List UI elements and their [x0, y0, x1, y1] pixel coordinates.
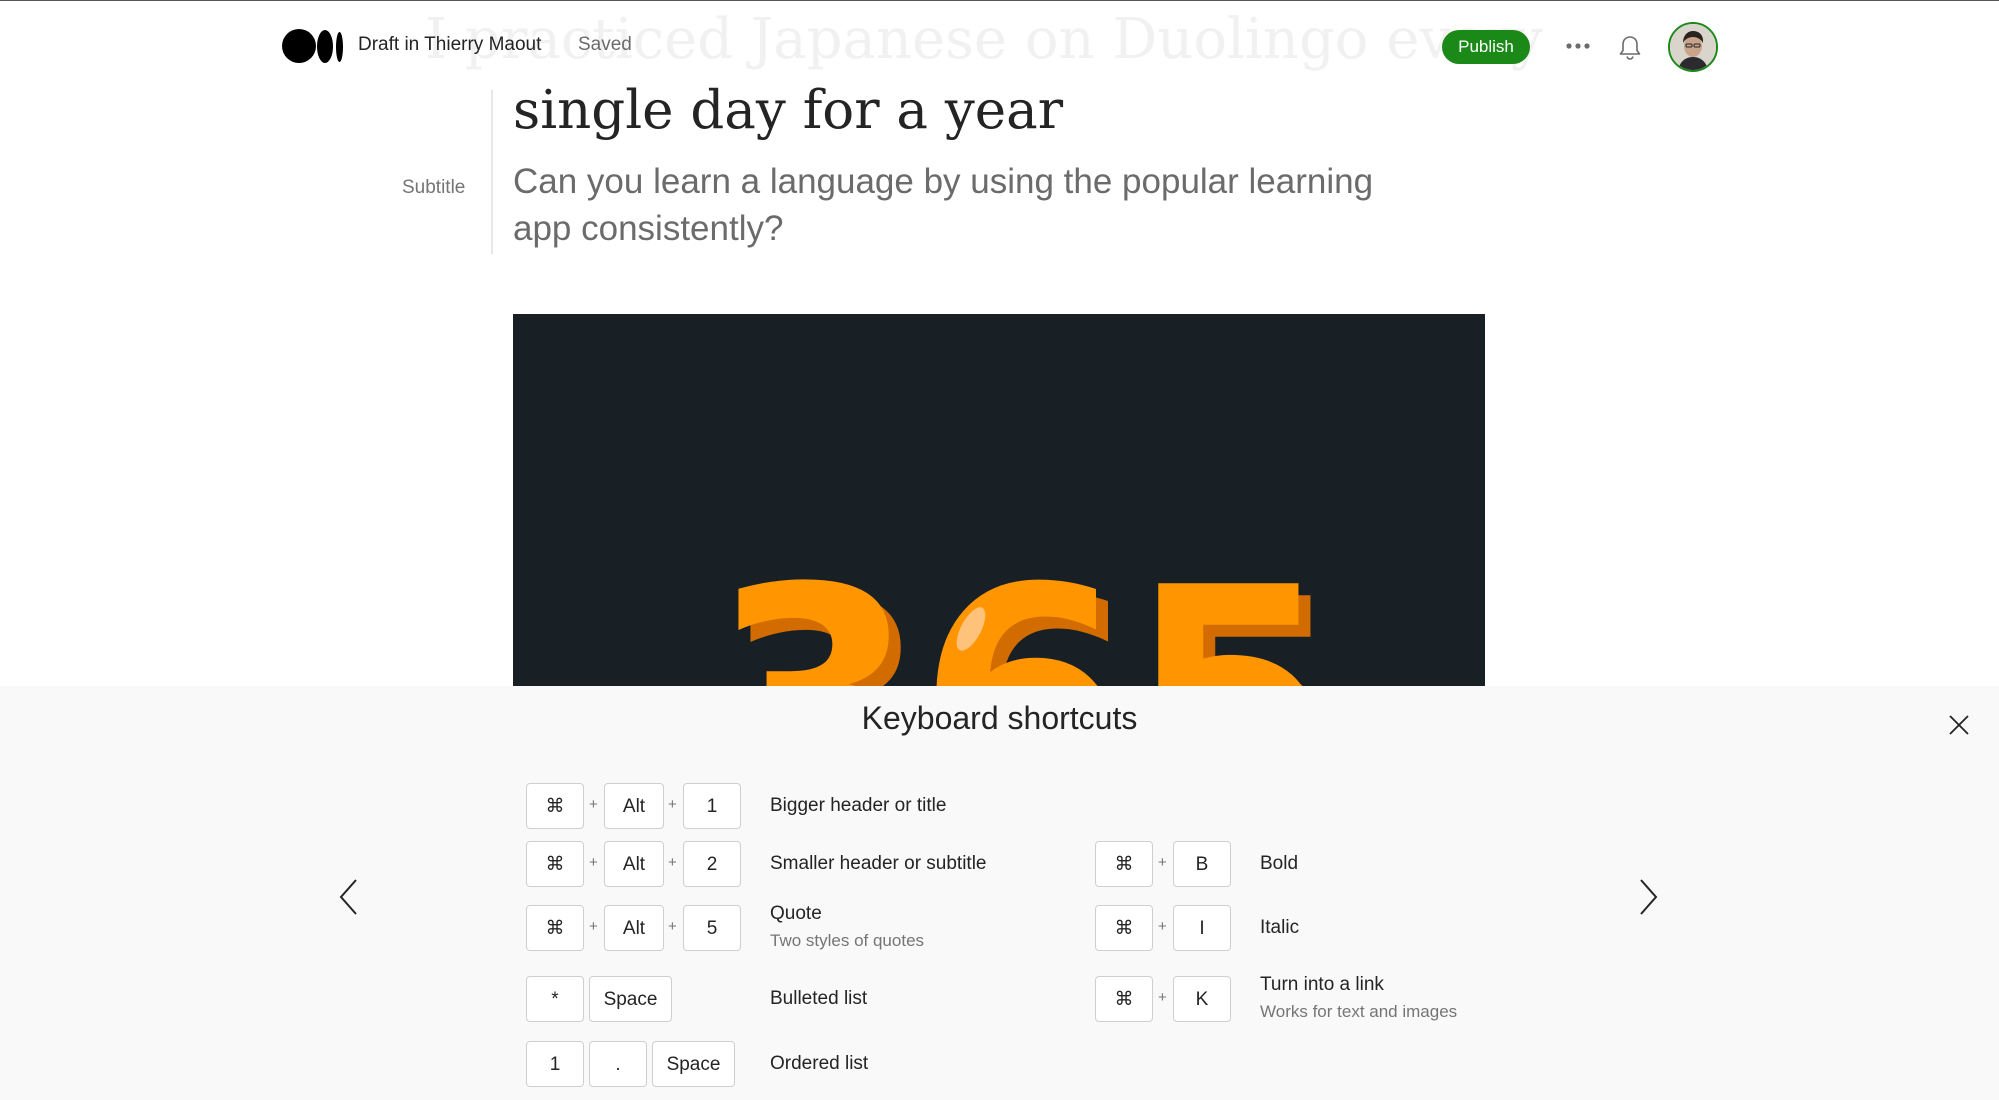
key-b: B	[1173, 841, 1231, 887]
key-space: Space	[589, 976, 672, 1022]
key-plus: +	[589, 854, 598, 871]
key-1: 1	[526, 1041, 584, 1087]
editor-section-divider	[491, 90, 493, 254]
publish-button[interactable]: Publish	[1442, 30, 1530, 64]
key-command: ⌘	[1095, 976, 1153, 1022]
key-5: 5	[683, 905, 741, 951]
key-plus: +	[1158, 989, 1167, 1006]
shortcut-label: Italic	[1260, 917, 1300, 938]
key-alt: Alt	[604, 841, 664, 887]
shortcut-label: Bigger header or title	[770, 795, 947, 816]
chevron-right-icon[interactable]	[1637, 877, 1661, 917]
shortcut-label: Bulleted list	[770, 988, 868, 1009]
hero-365-graphic: 365 365	[709, 524, 1347, 686]
chevron-left-icon[interactable]	[336, 877, 360, 917]
key-asterisk: *	[526, 976, 584, 1022]
close-icon[interactable]	[1947, 713, 1971, 737]
key-space: Space	[652, 1041, 735, 1087]
key-i: I	[1173, 905, 1231, 951]
key-command: ⌘	[1095, 905, 1153, 951]
key-command: ⌘	[1095, 841, 1153, 887]
shortcut-sublabel: Two styles of quotes	[770, 931, 925, 950]
bell-icon[interactable]	[1617, 34, 1643, 62]
key-command: ⌘	[526, 841, 584, 887]
hero-image[interactable]: 365 365	[513, 314, 1485, 686]
editor-header: I practiced Japanese on Duolingo every D…	[0, 1, 1999, 87]
key-command: ⌘	[526, 783, 584, 829]
avatar-portrait	[1670, 24, 1716, 70]
svg-text:365: 365	[709, 524, 1335, 686]
shortcut-sublabel: Works for text and images	[1260, 1002, 1458, 1021]
medium-logo[interactable]	[282, 28, 346, 66]
subtitle-tag: Subtitle	[402, 177, 466, 198]
shortcut-label: Turn into a link	[1260, 974, 1384, 995]
shortcut-label: Smaller header or subtitle	[770, 853, 987, 874]
key-plus: +	[1158, 918, 1167, 935]
key-plus: +	[589, 918, 598, 935]
key-plus: +	[589, 796, 598, 813]
draft-location-label: Draft in Thierry Maout	[358, 34, 542, 55]
shortcut-label: Bold	[1260, 853, 1299, 874]
more-icon[interactable]	[1565, 37, 1591, 55]
key-period: .	[589, 1041, 647, 1087]
key-alt: Alt	[604, 783, 664, 829]
shortcut-label: Ordered list	[770, 1053, 869, 1074]
key-2: 2	[683, 841, 741, 887]
key-command: ⌘	[526, 905, 584, 951]
article-subtitle[interactable]: Can you learn a language by using the po…	[513, 158, 1413, 252]
panel-title: Keyboard shortcuts	[861, 700, 1138, 736]
key-plus: +	[1158, 854, 1167, 871]
key-plus: +	[668, 918, 677, 935]
key-plus: +	[668, 796, 677, 813]
key-alt: Alt	[604, 905, 664, 951]
key-plus: +	[668, 854, 677, 871]
article-title[interactable]: single day for a year	[513, 80, 1063, 141]
keyboard-shortcuts-panel: Keyboard shortcuts ⌘ + Alt + 1 Bigger he…	[0, 686, 1999, 1100]
save-status-label: Saved	[578, 34, 632, 55]
key-1: 1	[683, 783, 741, 829]
avatar[interactable]	[1668, 22, 1718, 72]
key-k: K	[1173, 976, 1231, 1022]
shortcut-label: Quote	[770, 903, 822, 924]
